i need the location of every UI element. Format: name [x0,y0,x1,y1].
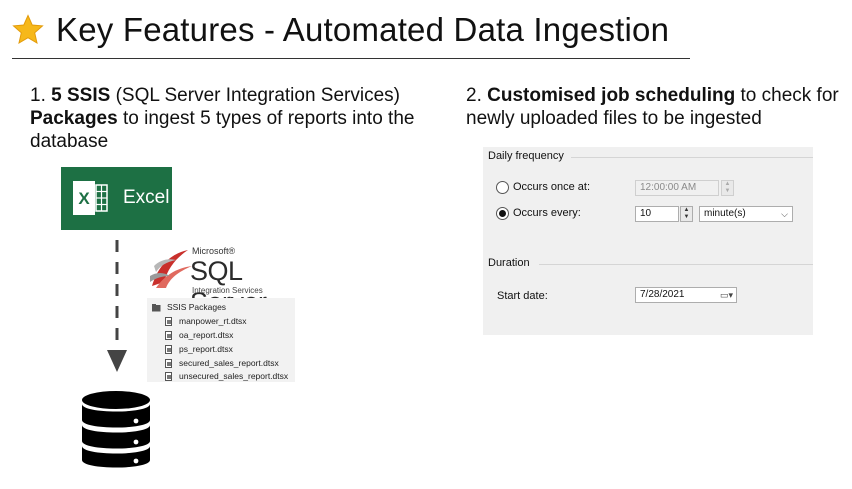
feature-1-number: 1. [30,85,46,106]
interval-value: 10 [640,208,652,219]
package-name: unsecured_sales_report.dtsx [179,371,289,381]
excel-tile: X Excel [61,167,172,230]
page-title: Key Features - Automated Data Ingestion [56,11,670,48]
title-bar: Key Features - Automated Data Ingestion [12,8,669,52]
package-item[interactable]: unsecured_sales_report.dtsx [165,371,288,381]
sql-server-icon [150,250,192,288]
feature-2-description: 2. Customised job scheduling to check fo… [466,84,846,130]
ssis-folder-node[interactable]: SSIS Packages [151,302,226,312]
occurs-once-radio[interactable] [496,181,509,194]
interval-spinner[interactable]: ▲ ▼ [680,206,693,222]
interval-unit-value: minute(s) [704,208,746,219]
feature-2-number: 2. [466,85,482,106]
daily-frequency-label: Daily frequency [488,150,564,162]
package-item[interactable]: manpower_rt.dtsx [165,316,247,326]
start-date-label: Start date: [497,290,548,302]
occurs-once-label: Occurs once at: [513,181,591,193]
duration-label: Duration [488,257,530,269]
package-name: oa_report.dtsx [179,330,234,340]
feature-1-text-a: (SQL Server Integration Services) [115,85,400,106]
package-item[interactable]: oa_report.dtsx [165,330,233,340]
package-file-icon [165,330,172,340]
chevron-down-icon: ⌵ [781,209,788,219]
occurs-once-time-field: 12:00:00 AM [635,180,719,196]
excel-icon: X [73,181,108,215]
star-icon [12,14,44,45]
time-spinner: ▲ ▼ [721,180,734,196]
package-name: secured_sales_report.dtsx [179,358,279,368]
package-name: manpower_rt.dtsx [179,316,247,326]
occurs-every-label: Occurs every: [513,207,581,219]
feature-1-description: 1. 5 SSIS (SQL Server Integration Servic… [30,84,450,153]
microsoft-label: Microsoft® [192,246,236,256]
daily-frequency-divider [571,157,813,158]
occurs-once-time-value: 12:00:00 AM [640,182,697,193]
ssis-folder-label: SSIS Packages [167,302,227,312]
feature-1-bold-count: 5 SSIS [51,85,111,106]
package-file-icon [165,358,172,368]
package-item[interactable]: secured_sales_report.dtsx [165,358,279,368]
start-date-value: 7/28/2021 [640,289,685,300]
sql-server-logo: Microsoft® SQL Server Integration Servic… [148,244,318,317]
ssis-packages-tree: SSIS Packages manpower_rt.dtsx oa_report… [147,298,295,382]
duration-divider [539,264,813,265]
dashed-down-arrow [107,240,127,372]
title-divider [12,58,690,59]
feature-2-bold: Customised job scheduling [487,85,736,106]
excel-label: Excel [123,187,170,208]
job-schedule-dialog: Daily frequency Occurs once at: 12:00:00… [483,147,813,335]
package-file-icon [165,371,172,381]
package-name: ps_report.dtsx [179,344,233,354]
interval-input[interactable]: 10 [635,206,679,222]
folder-icon [152,303,161,311]
package-file-icon [165,344,172,354]
calendar-dropdown-icon[interactable]: ▭▾ [720,288,733,302]
database-icon [82,391,150,468]
package-file-icon [165,316,172,326]
start-date-picker[interactable]: 7/28/2021 ▭▾ [635,287,737,303]
interval-unit-select[interactable]: minute(s) ⌵ [699,206,793,222]
feature-1-bold-packages: Packages [30,108,118,129]
occurs-every-radio[interactable] [496,207,509,220]
svg-text:X: X [78,189,90,208]
package-item[interactable]: ps_report.dtsx [165,344,233,354]
integration-services-label: Integration Services [192,286,263,295]
